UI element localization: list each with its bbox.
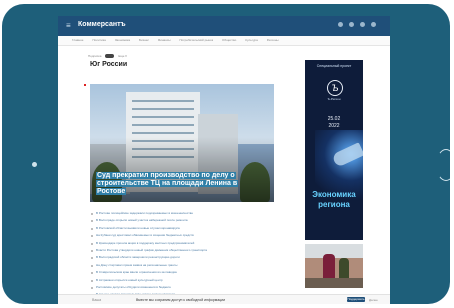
site-logo[interactable]: Коммерсантъ [78, 21, 126, 28]
hero-headline[interactable]: Суд прекратил производство по делу о стр… [96, 172, 266, 196]
nav-item[interactable]: Потребительский рынок [180, 38, 214, 42]
news-item[interactable]: В Ставропольском крае ввели ограничения … [90, 269, 274, 276]
nav-item[interactable]: Экономика [115, 38, 130, 42]
ad-date-day: 25.02 [327, 116, 341, 122]
news-item[interactable]: В Волгограде открыли новый участок набер… [90, 217, 274, 224]
news-item[interactable]: Ростовские депутаты обсудили изменения в… [90, 284, 274, 291]
news-item[interactable]: В Волгоградской области завершили реконс… [90, 254, 274, 261]
news-item[interactable]: В Краснодаре прошла акция в поддержку ме… [90, 240, 274, 247]
news-item[interactable]: В Астрахани открылся новый культурный це… [90, 277, 274, 284]
user-icon[interactable] [349, 22, 354, 27]
photo-ground [305, 278, 363, 288]
donate-button[interactable]: Поддержать [347, 297, 365, 302]
header-icons [338, 22, 376, 27]
nav-item[interactable]: Культура [245, 38, 257, 42]
nav-item[interactable]: Главное [72, 38, 83, 42]
news-item[interactable]: В Ростове полицейские задержали подозрев… [90, 210, 274, 217]
news-item[interactable]: На Кубани суд арестовал обвиняемых в хищ… [90, 232, 274, 239]
marker-dot [84, 84, 86, 86]
ad-banner[interactable]: Специальный проект Ъ Ъ-Регион 25.02 2022… [305, 60, 363, 240]
nav-item[interactable]: Бизнес [139, 38, 149, 42]
news-item[interactable]: В Ростовской области выявили новые случа… [90, 225, 274, 232]
ad-date: 25.02 2022 [305, 116, 363, 130]
photo-person [323, 254, 335, 278]
ad-date-year: 2022 [328, 123, 340, 129]
donation-message: Вместе мы сохраним доступ к свободной ин… [136, 298, 226, 302]
nav-item[interactable]: Финансы [158, 38, 171, 42]
page-title: Юг России [90, 61, 128, 68]
breadcrumb: Подписка Еще ▾ [88, 54, 127, 58]
region-toggle[interactable] [105, 54, 115, 58]
ad-title-line2: региона [318, 200, 350, 209]
menu-icon[interactable]: ≡ [66, 22, 71, 30]
breadcrumb-left[interactable]: Подписка [88, 54, 101, 58]
ad-title-line1: Экономика [312, 190, 356, 199]
more-link[interactable]: Далее [369, 298, 378, 302]
home-button[interactable] [436, 149, 450, 181]
news-list: В Ростове полицейские задержали подозрев… [90, 210, 274, 299]
side-photo[interactable] [305, 244, 363, 288]
settings-icon[interactable] [371, 22, 376, 27]
bookmark-icon[interactable] [360, 22, 365, 27]
section-nav: Главное Политика Экономика Бизнес Финанс… [58, 36, 390, 46]
site-header: ≡ Коммерсантъ [58, 16, 390, 36]
donation-label: Ваша [92, 298, 102, 302]
search-icon[interactable] [338, 22, 343, 27]
ad-logo-icon: Ъ [327, 80, 343, 96]
browser-screen: ≡ Коммерсантъ Главное Политика Экономика… [58, 16, 390, 304]
camera-dot [32, 162, 37, 167]
ad-kicker: Специальный проект [316, 64, 352, 68]
photo-person [339, 258, 349, 280]
news-item[interactable]: На Дону стартовал прием заявок на регион… [90, 262, 274, 269]
nav-item[interactable]: Политика [92, 38, 105, 42]
hero-article[interactable]: Суд прекратил производство по делу о стр… [90, 84, 274, 202]
news-item[interactable]: Власти Ростова утвердили новый график дв… [90, 247, 274, 254]
breadcrumb-right[interactable]: Еще ▾ [118, 54, 126, 58]
nav-item[interactable]: Общество [222, 38, 236, 42]
nav-item[interactable]: Регионы [267, 38, 279, 42]
ad-logo-caption: Ъ-Регион [327, 97, 341, 101]
donation-bar: Ваша Вместе мы сохраним доступ к свободн… [58, 294, 390, 304]
tablet-frame: ≡ Коммерсантъ Главное Политика Экономика… [2, 4, 450, 304]
